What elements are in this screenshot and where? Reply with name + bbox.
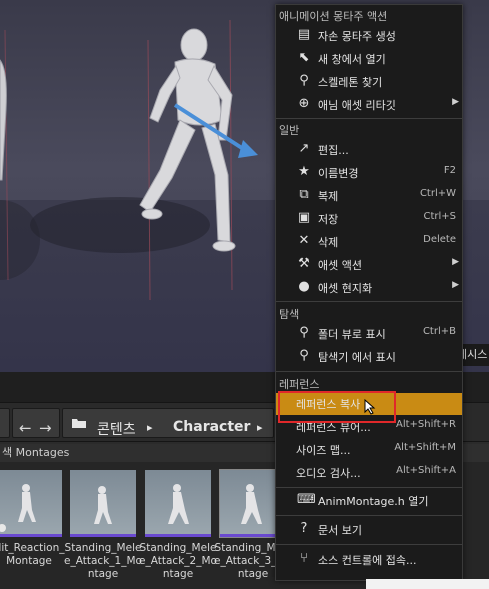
save-icon: ▣ — [297, 210, 311, 225]
breadcrumb-dropdown-icon[interactable]: ▸ — [257, 421, 263, 434]
breadcrumb-separator-icon[interactable]: ▸ — [147, 421, 153, 434]
duplicate-icon: ⧉ — [299, 187, 309, 202]
menu-item-retarget-anim-assets[interactable]: ⊕ 애님 애셋 리타깃 ▶ — [276, 94, 462, 116]
open-window-icon: ⬉ — [298, 50, 310, 65]
find-icon: ⚲ — [299, 348, 309, 363]
find-icon: ⚲ — [299, 325, 309, 340]
menu-section-general: 일반 — [279, 124, 300, 137]
folder-icon — [72, 419, 86, 428]
wrench-icon: ⚒ — [298, 256, 310, 271]
breadcrumb-content[interactable]: 콘텐츠 — [97, 419, 136, 439]
rename-icon: ★ — [298, 164, 310, 179]
menu-item-show-in-folder-view[interactable]: ⚲ 폴더 뷰로 표시 Ctrl+B — [276, 323, 462, 345]
menu-item-view-documentation[interactable]: ? 문서 보기 — [276, 519, 462, 541]
menu-divider — [276, 544, 462, 545]
menu-item-connect-source-control[interactable]: ⑂ 소스 컨트롤에 접속... — [276, 549, 462, 571]
menu-item-save[interactable]: ▣ 저장 Ctrl+S — [276, 208, 462, 230]
menu-section-anim-montage-actions: 애니메이션 몽타주 액션 — [279, 10, 388, 23]
menu-item-find-skeleton[interactable]: ⚲ 스켈레톤 찾기 — [276, 71, 462, 93]
breadcrumb: 콘텐츠 ▸ Character ▸ — [62, 408, 274, 438]
collapse-sources-button[interactable] — [0, 408, 10, 438]
asset-name: Standing_Melee_Attack_2_Montage — [139, 542, 217, 580]
menu-item-rename[interactable]: ★ 이름변경 F2 — [276, 162, 462, 184]
menu-item-open-new-window[interactable]: ⬉ 새 창에서 열기 — [276, 48, 462, 70]
history-nav-group: ← → — [12, 408, 60, 438]
submenu-arrow-icon: ▶ — [452, 257, 459, 267]
retarget-icon: ⊕ — [298, 96, 310, 111]
menu-section-references: 레퍼런스 — [279, 378, 320, 391]
menu-section-browse: 탐색 — [279, 308, 300, 321]
film-icon: ▤ — [297, 27, 311, 42]
menu-divider — [276, 487, 462, 488]
menu-item-open-source-file[interactable]: ⌨ AnimMontage.h 열기 — [276, 490, 462, 512]
asset-name: Hit_Reaction_Montage — [0, 542, 65, 567]
help-icon: ? — [300, 521, 308, 536]
source-control-icon: ⑂ — [300, 551, 308, 566]
asset-tile[interactable]: Standing_Melee_Attack_1_Montage — [64, 470, 142, 582]
menu-item-delete[interactable]: ✕ 삭제 Delete — [276, 231, 462, 253]
code-icon: ⌨ — [297, 492, 316, 507]
mannequin-icon — [94, 486, 112, 524]
find-icon: ⚲ — [299, 73, 309, 88]
asset-context-menu: 애니메이션 몽타주 액션 ▤ 자손 몽타주 생성 ⬉ 새 창에서 열기 ⚲ 스켈… — [275, 4, 463, 581]
asset-thumbnail — [0, 470, 62, 537]
asset-thumbnail — [70, 470, 136, 537]
tooltip-fragment — [366, 579, 489, 589]
menu-item-edit[interactable]: ↗ 편집... — [276, 139, 462, 161]
menu-divider — [276, 515, 462, 516]
asset-name: Standing_Melee_Attack_1_Montage — [64, 542, 142, 580]
menu-item-audit-assets[interactable]: 오디오 검사... Alt+Shift+A — [276, 462, 462, 484]
menu-divider — [276, 301, 462, 302]
menu-item-asset-actions[interactable]: ⚒ 애셋 액션 ▶ — [276, 254, 462, 276]
menu-item-duplicate[interactable]: ⧉ 복제 Ctrl+W — [276, 185, 462, 207]
asset-tile[interactable]: Standing_Melee_Attack_2_Montage — [139, 470, 217, 582]
edit-icon: ↗ — [298, 141, 310, 156]
mannequin-icon — [0, 484, 36, 532]
delete-icon: ✕ — [298, 233, 310, 248]
back-arrow-icon[interactable]: ← — [19, 419, 32, 437]
forward-arrow-icon[interactable]: → — [39, 419, 52, 437]
menu-divider — [276, 371, 462, 372]
asset-thumbnail — [145, 470, 211, 537]
annotation-highlight-box — [278, 391, 396, 423]
menu-item-size-map[interactable]: 사이즈 맵... Alt+Shift+M — [276, 439, 462, 461]
breadcrumb-character[interactable]: Character — [173, 419, 250, 435]
menu-divider — [276, 118, 462, 119]
globe-icon: ● — [298, 279, 310, 294]
submenu-arrow-icon: ▶ — [452, 280, 459, 290]
mannequin-icon — [168, 484, 189, 524]
menu-item-asset-localization[interactable]: ● 애셋 현지화 ▶ — [276, 277, 462, 299]
submenu-arrow-icon: ▶ — [452, 97, 459, 107]
menu-item-create-child-montage[interactable]: ▤ 자손 몽타주 생성 — [276, 25, 462, 47]
asset-tile[interactable]: Hit_Reaction_Montage — [0, 470, 65, 582]
menu-item-show-in-explorer[interactable]: ⚲ 탐색기 에서 표시 — [276, 346, 462, 368]
